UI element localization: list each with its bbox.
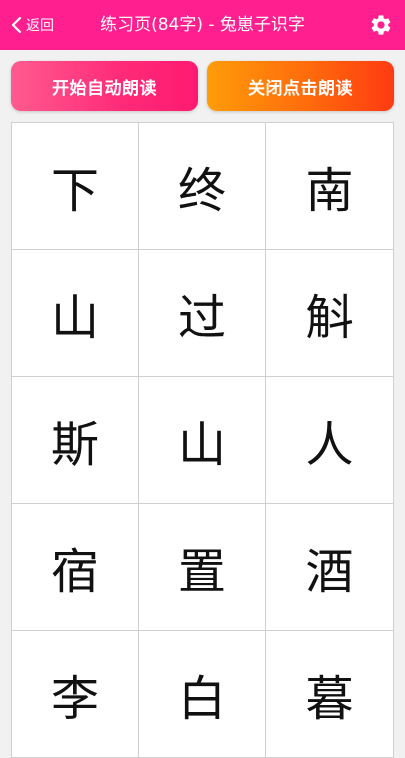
gear-icon	[369, 15, 393, 41]
character-cell[interactable]: 山	[12, 250, 139, 377]
character-cell[interactable]: 酒	[266, 504, 394, 631]
character-cell[interactable]: 下	[12, 123, 139, 250]
back-label: 返回	[26, 18, 54, 34]
character-grid: 下 终 南 山 过 斛 斯 山 人 宿 置 酒 李 白 暮	[11, 122, 394, 758]
chevron-left-icon	[10, 16, 22, 34]
character-cell[interactable]: 宿	[12, 504, 139, 631]
character-cell[interactable]: 山	[139, 377, 266, 504]
character-cell[interactable]: 置	[139, 504, 266, 631]
character-cell[interactable]: 过	[139, 250, 266, 377]
top-bar: 返回 练习页(84字) - 兔崽子识字	[0, 0, 405, 50]
close-click-read-button[interactable]: 关闭点击朗读	[207, 61, 394, 111]
back-button[interactable]: 返回	[10, 0, 54, 50]
character-cell[interactable]: 终	[139, 123, 266, 250]
character-cell[interactable]: 白	[139, 631, 266, 758]
character-cell[interactable]: 暮	[266, 631, 394, 758]
page-title: 练习页(84字) - 兔崽子识字	[100, 15, 305, 35]
character-cell[interactable]: 南	[266, 123, 394, 250]
start-auto-read-button[interactable]: 开始自动朗读	[11, 61, 198, 111]
character-cell[interactable]: 斛	[266, 250, 394, 377]
character-cell[interactable]: 人	[266, 377, 394, 504]
character-cell[interactable]: 斯	[12, 377, 139, 504]
character-cell[interactable]: 李	[12, 631, 139, 758]
settings-button[interactable]	[369, 13, 393, 37]
